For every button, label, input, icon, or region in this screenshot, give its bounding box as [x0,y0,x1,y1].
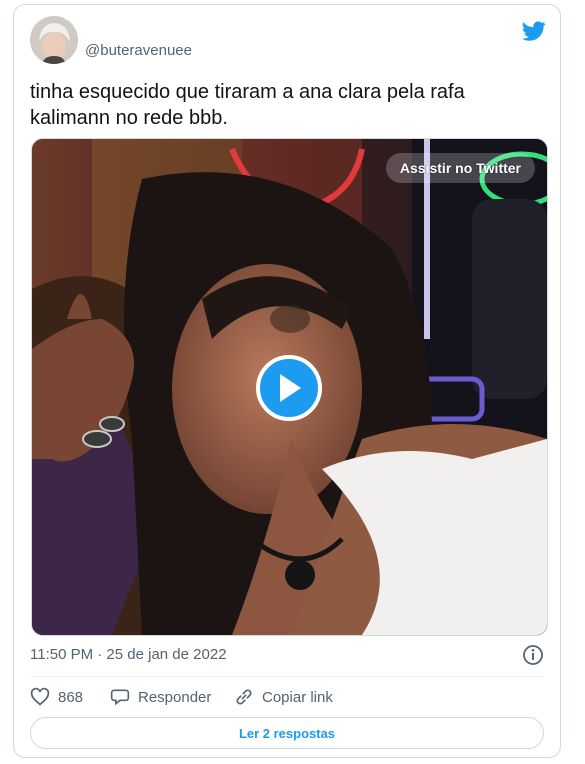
copy-link-label: Copiar link [262,688,333,706]
copy-link-button[interactable]: Copiar link [234,685,333,709]
divider [30,676,544,677]
watch-on-twitter-button[interactable]: Assistir no Twitter [385,153,535,183]
like-button[interactable]: 868 [30,685,83,709]
avatar[interactable] [30,16,78,64]
read-replies-button[interactable]: Ler 2 respostas [30,717,544,749]
avatar-image [30,16,78,64]
reply-button[interactable]: Responder [110,685,211,709]
play-icon [280,374,301,402]
tweet-text: tinha esquecido que tiraram a ana clara … [30,81,465,129]
heart-icon [30,687,50,706]
info-icon[interactable] [522,644,544,666]
reply-icon [110,689,130,706]
video-media[interactable]: Assistir no Twitter [31,138,548,636]
link-icon [236,689,252,705]
tweet-timestamp[interactable]: 11:50 PM · 25 de jan de 2022 [30,646,227,664]
tweet-card: @buteravenuee tinha esquecido que tirara… [13,4,561,758]
like-count: 868 [58,688,84,706]
user-handle[interactable]: @buteravenuee [85,42,192,60]
reply-label: Responder [138,688,212,706]
twitter-bird-icon[interactable] [522,19,546,43]
play-button[interactable] [256,355,322,421]
